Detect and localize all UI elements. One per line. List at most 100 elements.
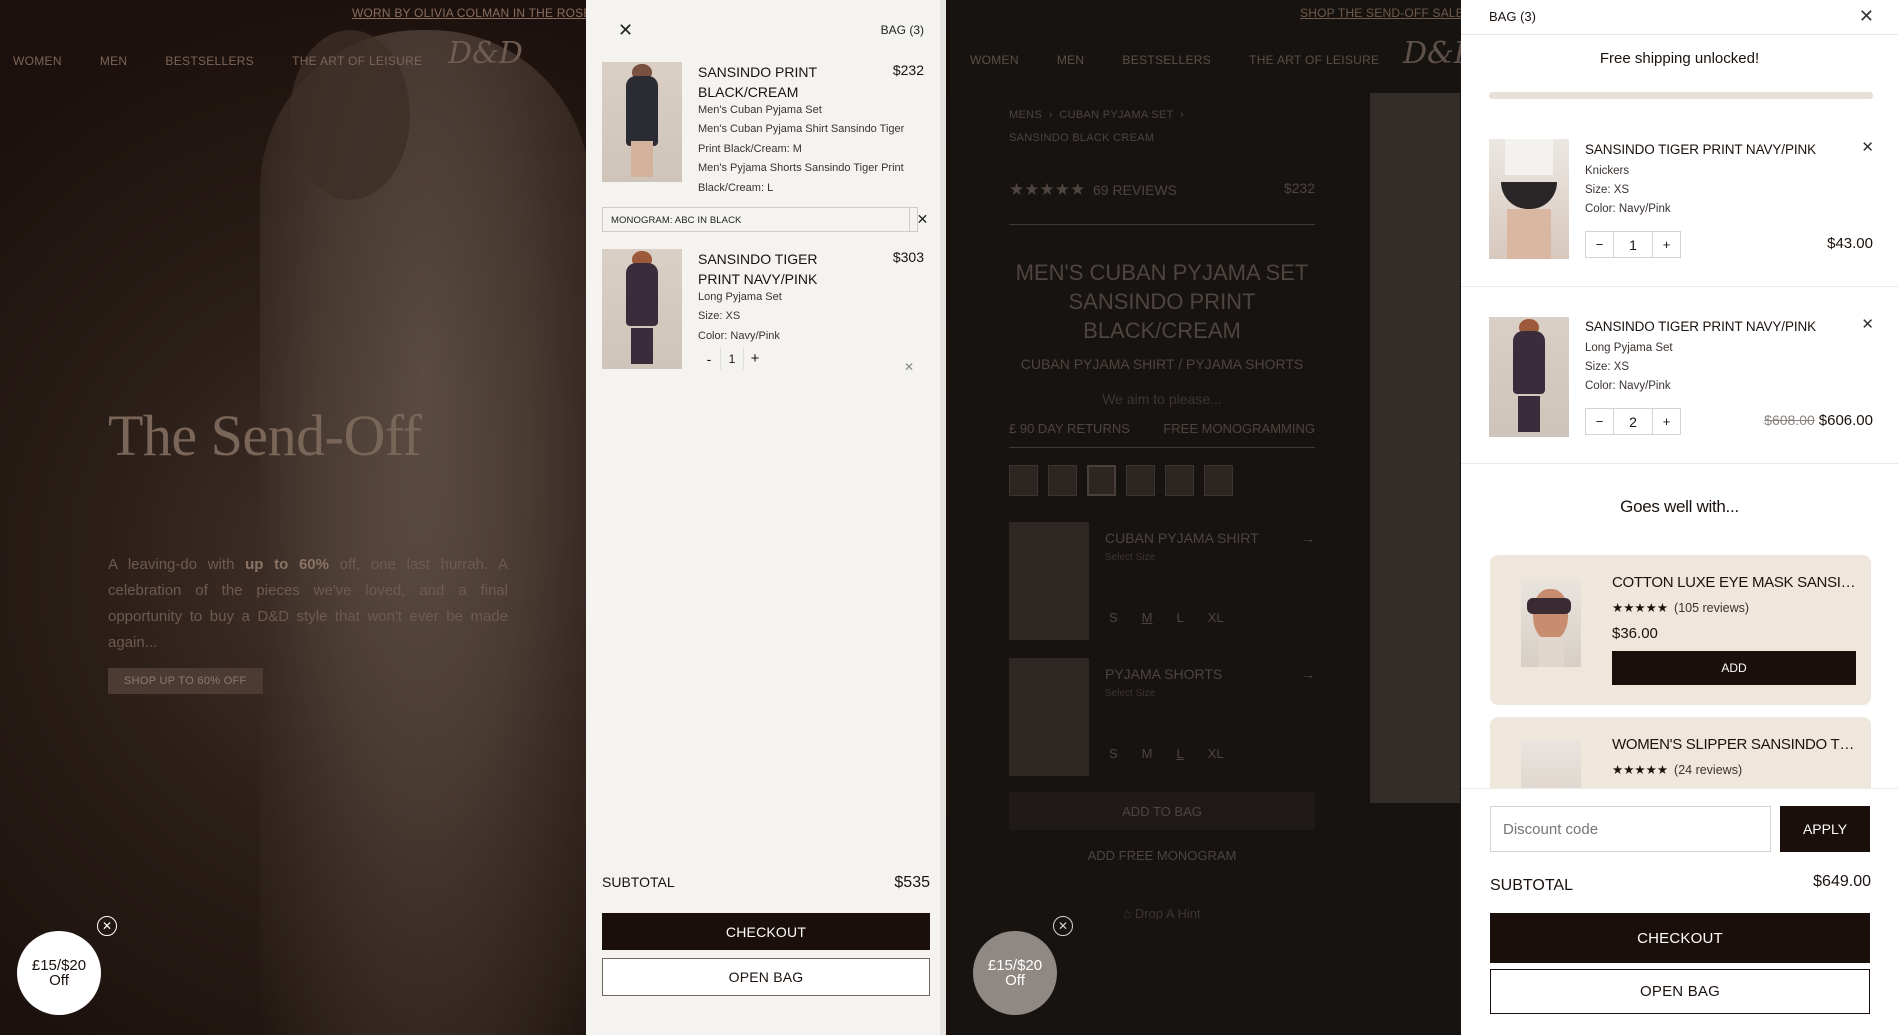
qty-value[interactable]: 2: [1613, 409, 1653, 434]
divider: [1009, 447, 1315, 448]
qty-plus-button[interactable]: +: [1653, 232, 1680, 257]
nav-men[interactable]: MEN: [1057, 53, 1085, 67]
discount-promo-badge[interactable]: £15/$20 Off: [973, 931, 1057, 1015]
swatch[interactable]: [1126, 465, 1155, 496]
remove-item-icon[interactable]: ✕: [1861, 315, 1874, 333]
subtotal-value: $649.00: [1813, 873, 1871, 890]
promo-line-2: Off: [49, 972, 69, 989]
size-m[interactable]: M: [1142, 610, 1153, 625]
shop-sale-button[interactable]: SHOP UP TO 60% OFF: [108, 668, 263, 694]
swatch[interactable]: [1165, 465, 1194, 496]
item-detail: Men's Cuban Pyjama Set: [698, 104, 822, 116]
shorts-thumbnail: [1009, 658, 1089, 776]
shirt-name: CUBAN PYJAMA SHIRT: [1105, 530, 1259, 546]
promo-close-icon[interactable]: ✕: [1053, 916, 1073, 936]
size-s[interactable]: S: [1109, 746, 1118, 761]
open-bag-button[interactable]: OPEN BAG: [1490, 969, 1870, 1014]
qty-minus-button[interactable]: −: [1586, 232, 1613, 257]
item-detail: Size: XS: [1585, 361, 1630, 373]
eye-mask-image[interactable]: [1521, 578, 1581, 667]
swatch[interactable]: [1204, 465, 1233, 496]
remove-monogram-icon[interactable]: ✕: [909, 208, 935, 231]
promo-close-icon[interactable]: ✕: [97, 916, 117, 936]
rec-name[interactable]: COTTON LUXE EYE MASK SANSIN...: [1612, 574, 1857, 591]
quantity-stepper: - 1 +: [698, 348, 766, 370]
brand-logo[interactable]: D&D: [448, 36, 523, 71]
product-image-long-set[interactable]: [602, 249, 682, 369]
qty-plus-button[interactable]: +: [1653, 409, 1680, 434]
checkout-button[interactable]: CHECKOUT: [1490, 913, 1870, 963]
breadcrumb-cuban-set[interactable]: CUBAN PYJAMA SET: [1059, 109, 1173, 121]
add-monogram-link[interactable]: ADD FREE MONOGRAM: [1009, 848, 1315, 863]
remove-item-icon[interactable]: ✕: [1861, 138, 1874, 156]
qty-plus-button[interactable]: +: [744, 348, 766, 370]
product-price: $232: [1283, 180, 1315, 196]
rec-name[interactable]: WOMEN'S SLIPPER SANSINDO TIG...: [1612, 736, 1857, 753]
shorts-name: PYJAMA SHORTS: [1105, 666, 1223, 682]
product-image-cuban-set[interactable]: [602, 62, 682, 182]
product-title: MEN'S CUBAN PYJAMA SET SANSINDO PRINT BL…: [1015, 260, 1309, 343]
nav-women[interactable]: WOMEN: [970, 53, 1019, 67]
arrow-right-icon[interactable]: →: [1301, 666, 1315, 682]
add-to-bag-button[interactable]: ADD TO BAG: [1009, 792, 1315, 830]
monogram-field[interactable]: MONOGRAM: ABC IN BLACK ✕: [602, 207, 928, 232]
rec-rating: ★★★★★ (24 reviews): [1612, 762, 1742, 777]
bag-drawer-left: ✕ BAG (3) SANSINDO PRINT BLACK/CREAM $23…: [586, 0, 946, 1035]
item-detail: Long Pyjama Set: [1585, 342, 1673, 354]
rec-rating: ★★★★★ (105 reviews): [1612, 600, 1749, 615]
main-nav: WOMEN MEN BESTSELLERS THE ART OF LEISURE: [13, 54, 460, 68]
arrow-right-icon[interactable]: →: [1301, 530, 1315, 546]
close-icon[interactable]: ✕: [618, 20, 633, 41]
item-name[interactable]: SANSINDO TIGER PRINT NAVY/PINK: [698, 249, 858, 289]
checkout-button[interactable]: CHECKOUT: [602, 913, 930, 950]
item-name[interactable]: SANSINDO PRINT BLACK/CREAM: [698, 62, 858, 102]
swatch[interactable]: [1048, 465, 1077, 496]
nav-men[interactable]: MEN: [100, 54, 128, 68]
size-xl[interactable]: XL: [1208, 746, 1224, 761]
discount-promo-badge[interactable]: £15/$20 Off: [17, 931, 101, 1015]
size-xl[interactable]: XL: [1208, 610, 1224, 625]
qty-value[interactable]: 1: [720, 348, 744, 370]
announcement-link[interactable]: WORN BY OLIVIA COLMAN IN THE ROSE: [352, 6, 592, 20]
returns-perk: £ 90 DAY RETURNS: [1009, 421, 1130, 436]
nav-art-of-leisure[interactable]: THE ART OF LEISURE: [292, 54, 422, 68]
bag-title: BAG (3): [880, 23, 924, 37]
colour-swatches: [1009, 465, 1233, 496]
add-button[interactable]: ADD: [1612, 651, 1856, 685]
swatch-selected[interactable]: [1087, 465, 1116, 496]
drawer-header: BAG (3) ✕: [1461, 0, 1898, 35]
hero-title: The Send-Off: [108, 403, 422, 468]
qty-value[interactable]: 1: [1613, 232, 1653, 257]
size-m[interactable]: M: [1142, 746, 1153, 761]
nav-bestsellers[interactable]: BESTSELLERS: [165, 54, 254, 68]
size-l[interactable]: L: [1177, 610, 1184, 625]
discount-code-input[interactable]: [1490, 806, 1771, 852]
reviews-link[interactable]: 69 REVIEWS: [1093, 182, 1177, 198]
nav-art-of-leisure[interactable]: THE ART OF LEISURE: [1249, 53, 1379, 67]
breadcrumb-mens[interactable]: MENS: [1009, 109, 1042, 121]
goes-well-heading: Goes well with...: [1620, 497, 1739, 516]
size-s[interactable]: S: [1109, 610, 1118, 625]
apply-discount-button[interactable]: APPLY: [1780, 806, 1870, 852]
announcement-link[interactable]: SHOP THE SEND-OFF SALE: [1300, 6, 1464, 20]
qty-minus-button[interactable]: -: [698, 348, 720, 370]
item-detail: Men's Cuban Pyjama Shirt Sansindo Tiger …: [698, 123, 905, 155]
open-bag-button[interactable]: OPEN BAG: [602, 958, 930, 996]
shipping-progress-fill: [1489, 92, 1873, 99]
nav-bestsellers[interactable]: BESTSELLERS: [1122, 53, 1211, 67]
product-image-knickers[interactable]: [1489, 139, 1569, 259]
star-rating: ★★★★★: [1009, 180, 1086, 199]
bag-drawer-right: BAG (3) ✕ Free shipping unlocked! SANSIN…: [1461, 0, 1898, 1035]
item-detail: Long Pyjama Set: [698, 291, 782, 303]
size-l[interactable]: L: [1177, 746, 1184, 761]
item-price: $303: [892, 249, 924, 265]
remove-item-icon[interactable]: ✕: [904, 360, 914, 374]
item-price: $232: [892, 62, 924, 78]
swatch[interactable]: [1009, 465, 1038, 496]
item-name[interactable]: SANSINDO TIGER PRINT NAVY/PINK: [1585, 319, 1816, 334]
nav-women[interactable]: WOMEN: [13, 54, 62, 68]
item-name[interactable]: SANSINDO TIGER PRINT NAVY/PINK: [1585, 142, 1816, 157]
product-image-long-set[interactable]: [1489, 317, 1569, 437]
close-icon[interactable]: ✕: [1859, 6, 1874, 27]
qty-minus-button[interactable]: −: [1586, 409, 1613, 434]
